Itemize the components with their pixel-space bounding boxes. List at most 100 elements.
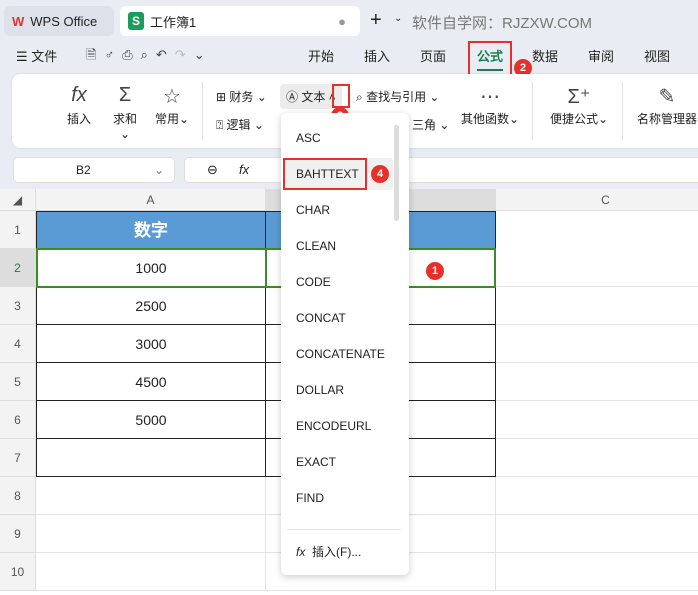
function-item[interactable]: ENCODEURL [296,419,371,433]
header-cell[interactable]: 数字 [36,211,266,249]
fx-icon: fx [71,84,87,106]
selection-outline [36,248,266,288]
function-item[interactable]: CLEAN [296,239,336,253]
tab-workbook[interactable]: S 工作簿1 ● [120,6,360,36]
new-tab-button[interactable]: + [370,9,382,32]
column-header[interactable]: C [496,189,698,211]
label: 插入(F)... [312,545,362,559]
chevron-down-icon[interactable]: ⌄ [394,13,402,24]
cell-a[interactable]: 3000 [36,325,266,363]
menu-view[interactable]: 视图 [644,46,670,65]
menu-start[interactable]: 开始 [308,46,334,65]
quick-formula-button[interactable]: Σ⁺ 便捷公式⌄ [548,84,610,127]
label: 插入 [66,112,91,126]
cell-c[interactable] [496,325,698,363]
insert-function-button[interactable]: fx 插入 [64,84,94,127]
text-icon: Ⓐ [286,90,299,104]
row-header[interactable]: 2 [0,249,36,287]
cell-a[interactable] [36,439,266,477]
other-functions-button[interactable]: ⋯ 其他函数⌄ [458,84,522,127]
name-manager-icon: ✎ [658,86,676,108]
select-all[interactable]: ◢ [0,189,36,211]
undo-icon[interactable]: ↶ [156,47,175,62]
redo-icon[interactable]: ↷ [175,47,194,62]
tab-label: WPS Office [30,13,98,29]
fx-icon: fx [296,545,306,559]
cell-c[interactable] [496,401,698,439]
row-header[interactable]: 7 [0,439,36,477]
label: 其他函数 [460,112,509,126]
function-item[interactable]: CONCAT [296,311,346,325]
function-item[interactable]: CODE [296,275,331,289]
row-header[interactable]: 6 [0,401,36,439]
formula-bar[interactable]: ⊖ fx [184,157,698,183]
finance-button[interactable]: ⊞ 财务 ⌄ [216,88,267,105]
menu-insert[interactable]: 插入 [364,46,390,65]
function-item[interactable]: CHAR [296,203,330,217]
divider [532,82,533,140]
row-header[interactable]: 10 [0,553,36,591]
cell-a[interactable] [36,515,266,553]
cell-a[interactable] [36,477,266,515]
divider [622,82,623,140]
cell-c[interactable] [496,515,698,553]
watermark: 软件自学网：RJZXW.COM [412,15,592,32]
preview-icon[interactable]: ⌕ [141,47,156,62]
tab-wps-office[interactable]: W WPS Office [4,6,114,36]
unsaved-dot-icon: ● [338,13,346,29]
chevron-down-icon: ⌄ [153,163,164,177]
cell-a[interactable]: 5000 [36,401,266,439]
step-badge: 1 [426,262,444,280]
zoom-icon[interactable]: ⊖ [207,158,218,182]
sigma-icon: Σ [118,84,132,106]
name-box[interactable]: B2 ⌄ [13,157,175,183]
row-header[interactable]: 8 [0,477,36,515]
row-header[interactable]: 4 [0,325,36,363]
lookup-button[interactable]: ⌕ 查找与引用 ⌄ [356,88,439,105]
insert-function-item[interactable]: fx 插入(F)... [296,543,361,560]
function-item[interactable]: ASC [296,131,321,145]
cell-c[interactable] [496,363,698,401]
cell-a[interactable]: 2500 [36,287,266,325]
save-icon[interactable]: 🗎 [86,47,104,62]
star-icon: ☆ [163,86,181,108]
cell-c[interactable] [496,249,698,287]
highlight-box [332,84,350,108]
logic-button[interactable]: ⍰ 逻辑 ⌄ [216,116,264,133]
quick-access-toolbar[interactable]: 🗎♂⎙⌕↶↷⌄ [86,46,213,68]
label: 常用 [154,112,179,126]
sum-button[interactable]: Σ 求和⌄ [108,84,142,141]
function-item[interactable]: DOLLAR [296,383,344,397]
sigma-plus-icon: Σ⁺ [567,86,591,108]
row-header[interactable]: 1 [0,211,36,249]
row-header[interactable]: 3 [0,287,36,325]
step-badge: 4 [371,165,389,183]
finance-icon: ⊞ [216,90,227,104]
menu-page[interactable]: 页面 [420,46,446,65]
function-item[interactable]: FIND [296,491,324,505]
label: 三角 [412,118,437,132]
row-header[interactable]: 9 [0,515,36,553]
cell-c[interactable] [496,439,698,477]
cell-c[interactable] [496,287,698,325]
name-manager-button[interactable]: ✎ 名称管理器 [634,84,698,127]
print-icon[interactable]: ⎙ [122,47,140,62]
common-button[interactable]: ☆ 常用⌄ [152,84,192,127]
more-icon[interactable]: ⌄ [194,47,213,62]
cell-a[interactable] [36,553,266,591]
row-header[interactable]: 5 [0,363,36,401]
column-header[interactable]: A [36,189,266,211]
file-menu[interactable]: ☰ 文件 [16,46,57,65]
scrollbar[interactable] [394,125,399,221]
cell-c[interactable] [496,477,698,515]
function-item[interactable]: CONCATENATE [296,347,385,361]
label: 便捷公式 [549,112,598,126]
cell-c[interactable] [496,553,698,591]
fx-icon[interactable]: fx [239,158,249,182]
trig-button[interactable]: 三角 ⌄ [412,116,449,133]
function-item[interactable]: EXACT [296,455,336,469]
menu-data[interactable]: 数据 [532,46,558,65]
cell-a[interactable]: 4500 [36,363,266,401]
menu-review[interactable]: 审阅 [588,46,614,65]
share-icon[interactable]: ♂ [104,47,122,62]
